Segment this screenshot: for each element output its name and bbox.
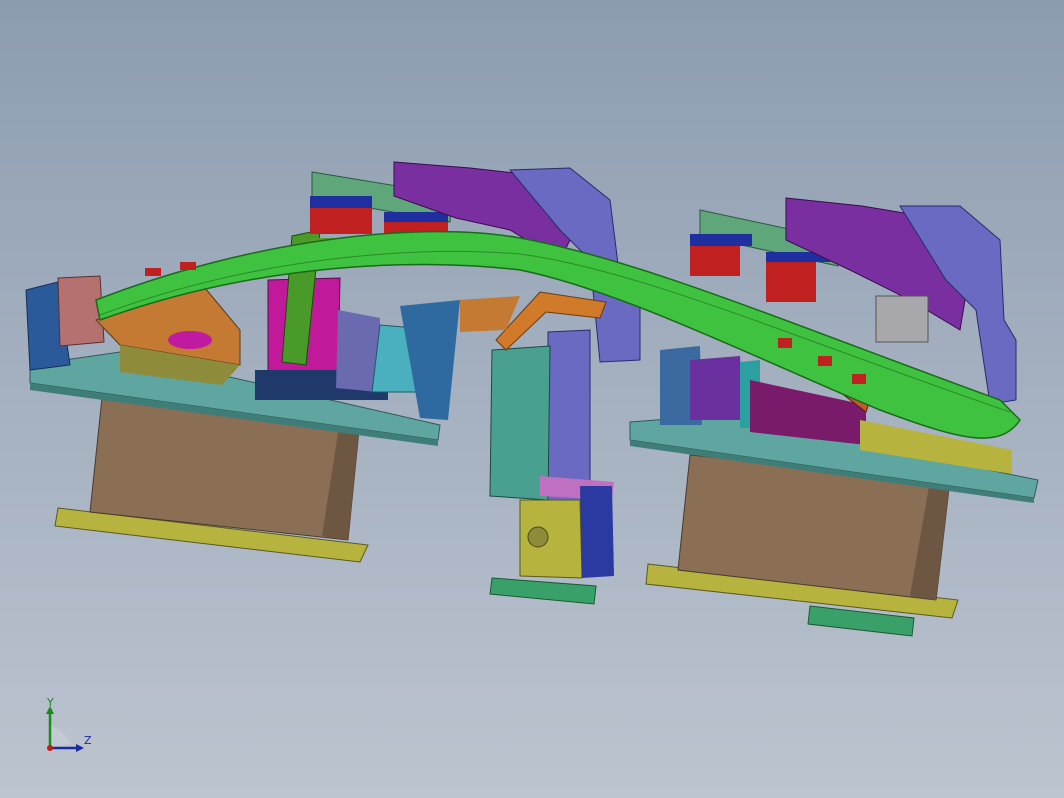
cad-model-scene[interactable]: [0, 0, 1064, 798]
graphics-viewport[interactable]: Y Z: [0, 0, 1064, 798]
center-column: [547, 329, 591, 501]
axis-z-label: Z: [84, 734, 92, 747]
axis-y-label: Y: [47, 696, 54, 709]
pink-block: [57, 275, 105, 347]
center-foot: [489, 577, 597, 605]
coordinate-triad: Y Z: [36, 696, 106, 766]
